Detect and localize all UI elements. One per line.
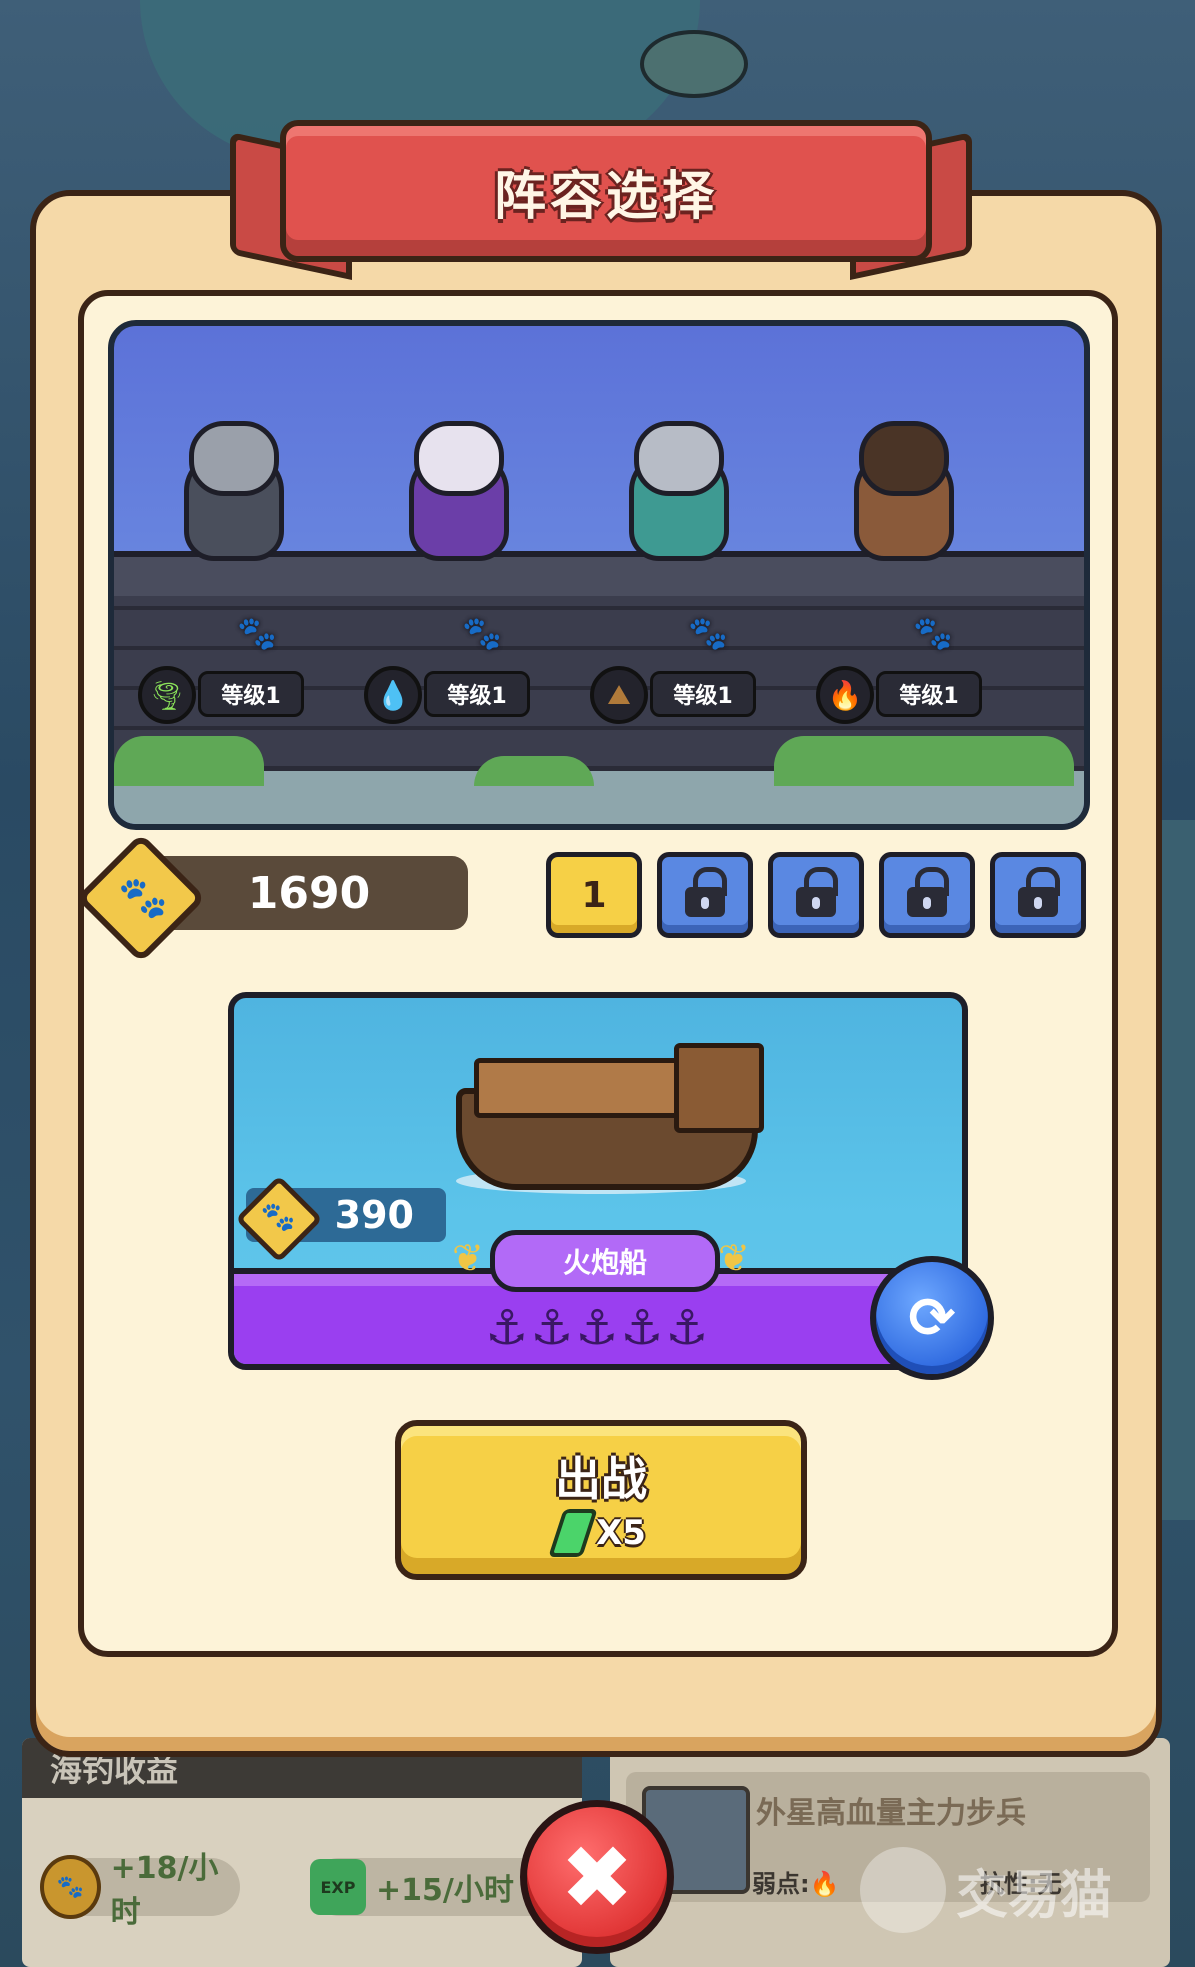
coin-icon: 🐾 <box>40 1855 101 1919</box>
paw-coin-icon: 🐾 <box>260 1199 296 1233</box>
battle-button[interactable]: 出战 X5 <box>395 1420 807 1580</box>
ship-cabin <box>674 1043 764 1133</box>
water-drop-icon: 💧 <box>364 666 422 724</box>
fire-icon: 🔥 <box>809 1870 840 1898</box>
hero-viking-cat[interactable] <box>159 421 299 561</box>
enemy-weakness: 弱点:🔥 <box>752 1870 840 1898</box>
hero-level: 等级1 <box>876 671 982 717</box>
watermark-text: 交易猫 <box>956 1865 1113 1926</box>
lock-icon <box>907 867 949 917</box>
coin-income: 🐾 +18/小时 <box>40 1851 240 1930</box>
refresh-ship-button[interactable]: ⟳ <box>870 1256 994 1380</box>
lineup-slot-locked[interactable] <box>879 852 975 938</box>
wind-icon: 🌪 <box>138 666 196 724</box>
laurel-icon: ❦ <box>452 1236 484 1280</box>
anchor-rating-icon: ⚓⚓⚓⚓⚓ <box>485 1300 711 1356</box>
paw-coin-icon: 🐾 <box>118 874 168 921</box>
watermark: 交易猫 <box>860 1845 1180 1935</box>
fire-icon: 🔥 <box>816 666 874 724</box>
cat-logo-icon <box>860 1847 946 1933</box>
bush <box>114 736 264 786</box>
close-icon: ✖ <box>560 1825 634 1929</box>
battle-cost-value: X5 <box>596 1513 646 1553</box>
coin-income-value: +18/小时 <box>110 1851 219 1930</box>
lock-icon <box>685 867 727 917</box>
lineup-slot-locked[interactable] <box>990 852 1086 938</box>
lineup-slot-locked[interactable] <box>768 852 864 938</box>
title-ribbon: 阵容选择 <box>280 120 932 262</box>
hero-fire-cat[interactable] <box>829 421 969 561</box>
dialog-title: 阵容选择 <box>493 166 718 227</box>
battle-cost: X5 <box>548 1509 646 1557</box>
battle-button-label: 出战 <box>555 1452 647 1506</box>
bush <box>774 736 1074 786</box>
earth-icon: ⛰ <box>590 666 648 724</box>
hero-level: 等级1 <box>198 671 304 717</box>
lock-icon <box>1018 867 1060 917</box>
hero-lineup-scene: 🐾 🐾 🐾 🐾 🌪 等级1 💧 等级1 ⛰ 等级1 🔥 等级1 <box>108 320 1090 830</box>
hero-level: 等级1 <box>650 671 756 717</box>
bush <box>474 756 594 786</box>
lineup-slot-1[interactable]: 1 <box>546 852 642 938</box>
hero-sea-cat[interactable] <box>384 421 524 561</box>
hero-level: 等级1 <box>424 671 530 717</box>
exp-icon: EXP <box>310 1859 366 1915</box>
energy-gem-icon <box>548 1509 598 1557</box>
close-button[interactable]: ✖ <box>520 1800 674 1954</box>
background-button <box>640 30 748 98</box>
laurel-icon: ❦ <box>718 1236 750 1280</box>
lock-icon <box>796 867 838 917</box>
lineup-slot-locked[interactable] <box>657 852 753 938</box>
ship-card[interactable]: 390 🐾 ⚓⚓⚓⚓⚓ ❦ ❦ 火炮船 <box>228 992 968 1370</box>
paw-icon: 🐾 <box>913 614 953 652</box>
refresh-icon: ⟳ <box>908 1285 956 1351</box>
ship-name: 火炮船 <box>490 1230 720 1292</box>
hero-crown-cat[interactable] <box>604 421 744 561</box>
paw-icon: 🐾 <box>462 614 502 652</box>
exp-income-value: +15/小时 <box>376 1873 514 1908</box>
enemy-name: 外星高血量主力步兵 <box>756 1796 1026 1831</box>
paw-icon: 🐾 <box>237 614 277 652</box>
paw-icon: 🐾 <box>688 614 728 652</box>
